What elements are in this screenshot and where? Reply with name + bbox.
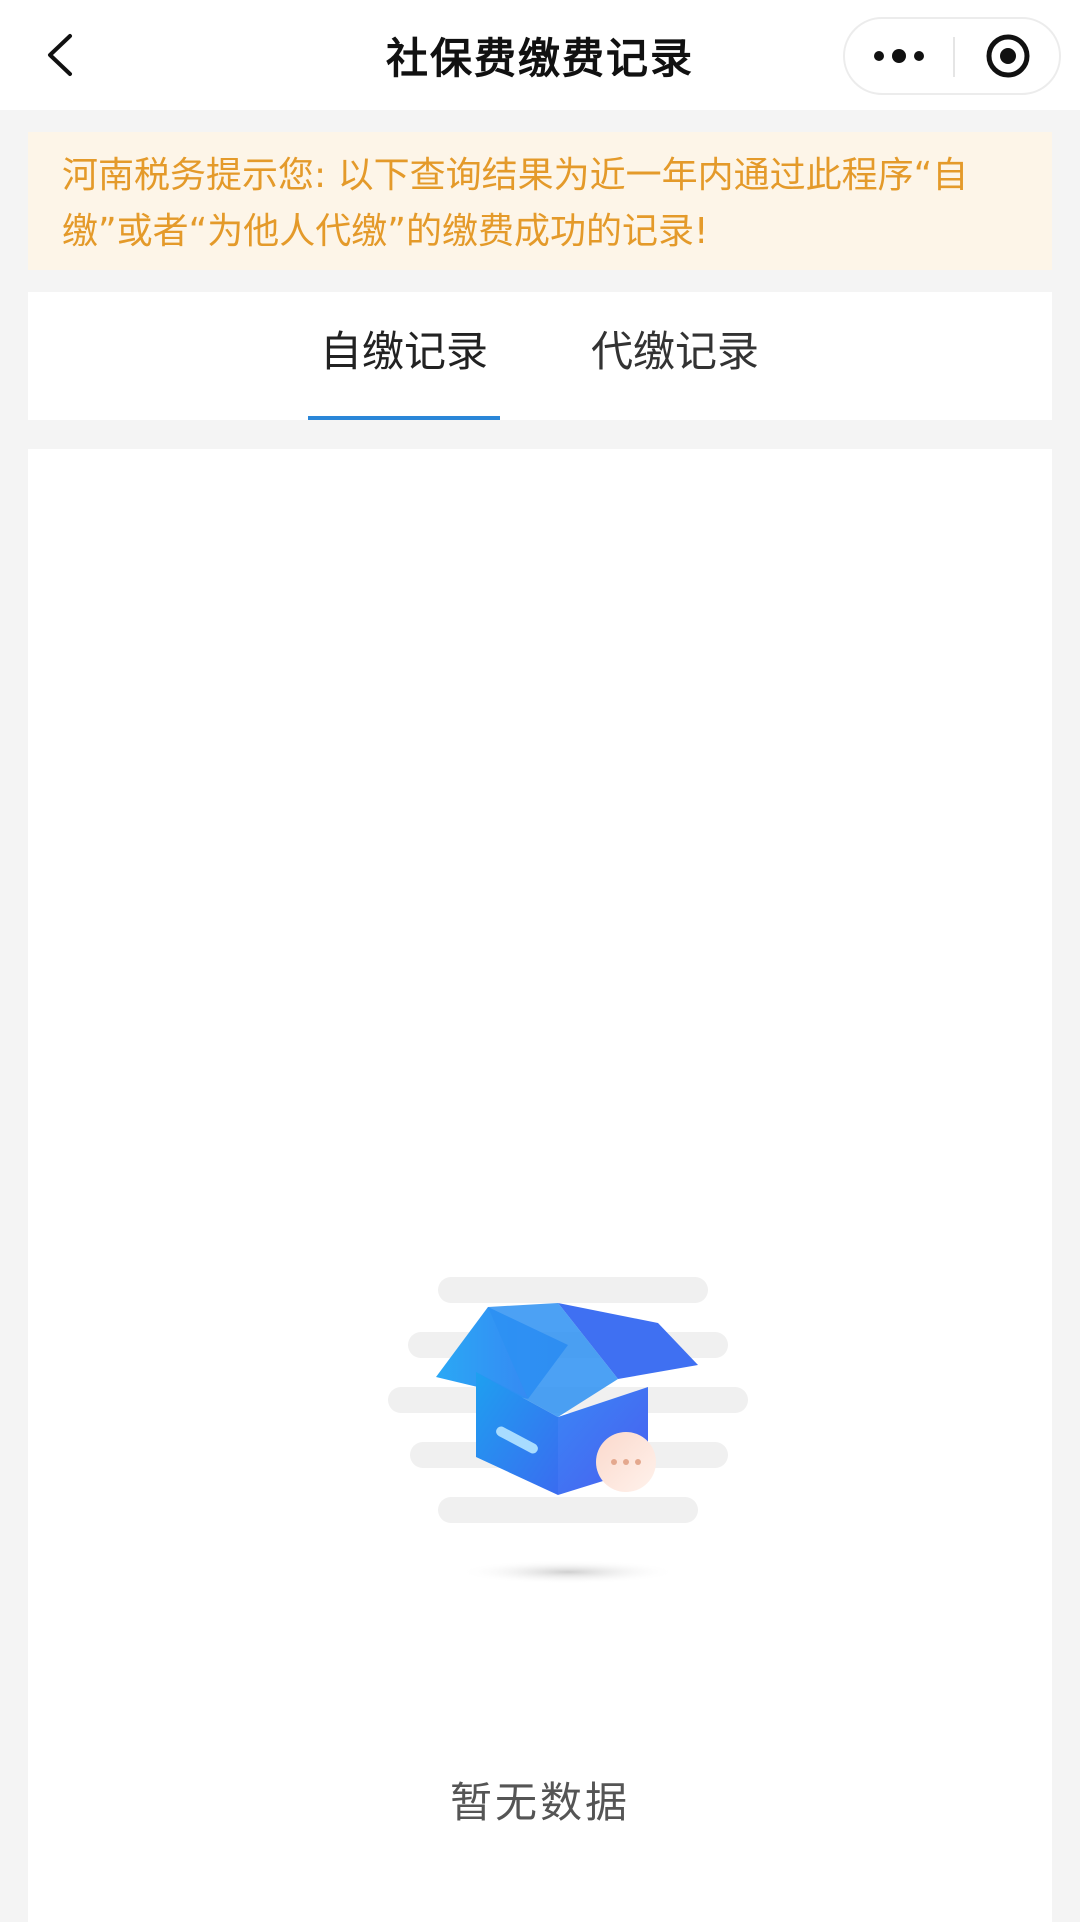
target-circle-icon	[986, 34, 1030, 78]
more-dots-icon	[874, 49, 924, 63]
active-tab-indicator	[308, 416, 500, 420]
close-mini-program-button[interactable]	[955, 19, 1061, 93]
navigation-bar: 社保费缴费记录	[0, 0, 1080, 110]
record-tabs: 自缴记录 代缴记录	[28, 292, 1052, 420]
records-panel: 暂无数据	[28, 449, 1052, 1922]
tax-notice-banner: 河南税务提示您: 以下查询结果为近一年内通过此程序“自缴”或者“为他人代缴”的缴…	[28, 132, 1052, 270]
empty-box-icon	[388, 1277, 748, 1584]
more-button[interactable]	[845, 19, 953, 93]
tab-self-payment[interactable]: 自缴记录	[320, 322, 488, 382]
mini-program-capsule	[843, 17, 1061, 95]
empty-state-text: 暂无数据	[449, 1778, 630, 1827]
tab-proxy-payment[interactable]: 代缴记录	[591, 322, 759, 382]
